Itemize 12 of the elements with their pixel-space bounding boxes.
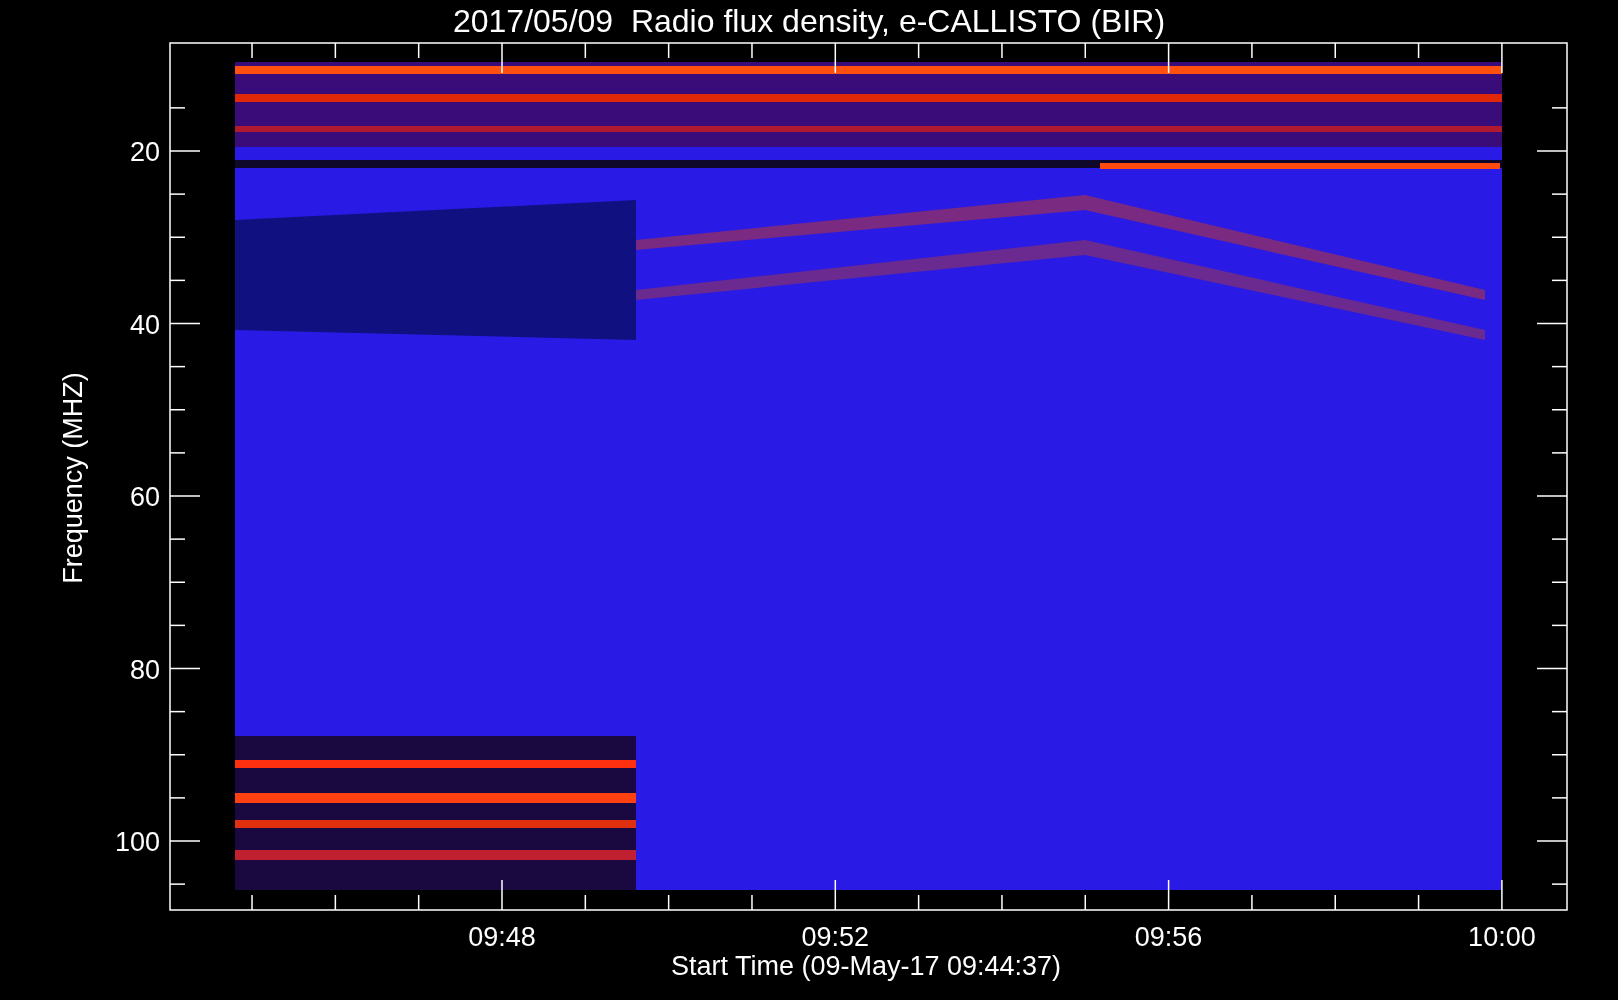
- axis-label: Frequency (MHZ): [58, 372, 88, 584]
- tick-label: 10:00: [1468, 922, 1536, 952]
- plot-title: 2017/05/09 Radio flux density, e-CALLISTO (BIR): [452, 3, 1166, 39]
- tick-label: 100: [114, 827, 160, 857]
- tick-label: 80: [129, 654, 160, 685]
- tick-label: 60: [129, 482, 160, 512]
- tick-label: 40: [129, 309, 160, 340]
- axis-label: Start Time (09-May-17 09:44:37): [670, 951, 1062, 981]
- tick-label: 20: [129, 137, 160, 167]
- tick-label: 09:48: [468, 922, 536, 952]
- tick-label: 09:52: [801, 922, 870, 952]
- tick-label: 09:56: [1134, 922, 1203, 952]
